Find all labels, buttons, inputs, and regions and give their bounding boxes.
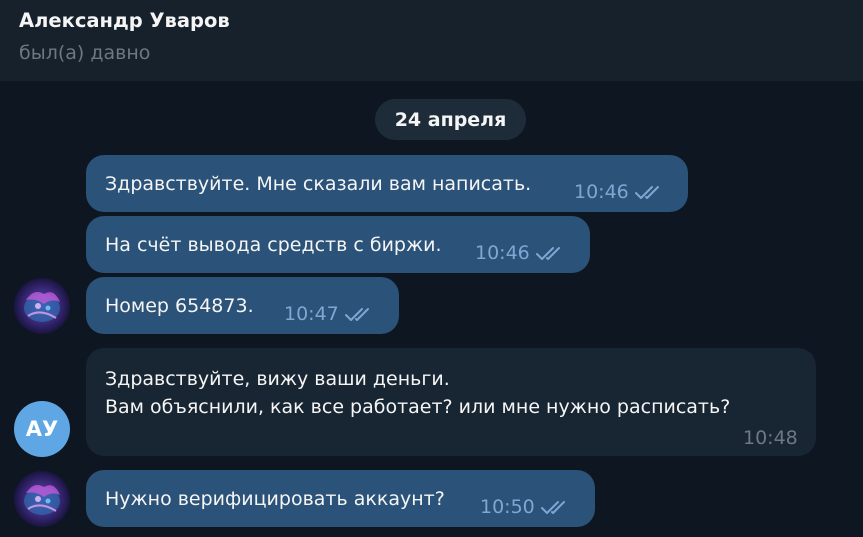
message-bubble[interactable]: На счёт вывода средств с биржи. 10:46 xyxy=(86,216,590,273)
message-time: 10:48 xyxy=(743,427,798,449)
message-meta: 10:46 xyxy=(574,177,665,207)
message-text: Нужно верифицировать аккаунт? xyxy=(105,488,445,510)
message-text-line: Здравствуйте, вижу ваши деньги. xyxy=(105,368,450,390)
message-meta: 10:46 xyxy=(475,238,566,268)
message-meta: 10:48 xyxy=(743,423,798,453)
message-bubble[interactable]: Номер 654873. 10:47 xyxy=(86,277,399,334)
contact-status: был(а) давно xyxy=(19,42,151,64)
date-separator: 24 апреля xyxy=(375,99,526,140)
message-meta: 10:50 xyxy=(480,492,571,522)
message-bubble[interactable]: Здравствуйте. Мне сказали вам написать. … xyxy=(86,155,688,212)
message-text: Номер 654873. xyxy=(105,295,254,317)
message-time: 10:46 xyxy=(475,242,530,264)
message-time: 10:50 xyxy=(480,496,535,518)
double-check-icon xyxy=(540,499,571,515)
message-text: На счёт вывода средств с биржи. xyxy=(105,234,442,256)
contact-name: Александр Уваров xyxy=(19,9,230,32)
sender-avatar[interactable] xyxy=(14,471,70,527)
message-time: 10:47 xyxy=(284,303,339,325)
message-time: 10:46 xyxy=(574,181,629,203)
message-bubble[interactable]: Нужно верифицировать аккаунт? 10:50 xyxy=(86,470,595,527)
message-text-line: Вам объяснили, как все работает? или мне… xyxy=(105,396,731,418)
double-check-icon xyxy=(535,245,566,261)
message-meta: 10:47 xyxy=(284,299,375,329)
chat-header[interactable]: Александр Уваров был(а) давно xyxy=(0,0,863,81)
double-check-icon xyxy=(344,306,375,322)
message-text: Здравствуйте. Мне сказали вам написать. xyxy=(105,173,532,195)
sender-avatar[interactable] xyxy=(14,278,70,334)
message-bubble[interactable]: Здравствуйте, вижу ваши деньги. Вам объя… xyxy=(86,348,816,456)
contact-avatar[interactable]: АУ xyxy=(14,401,70,457)
double-check-icon xyxy=(634,184,665,200)
